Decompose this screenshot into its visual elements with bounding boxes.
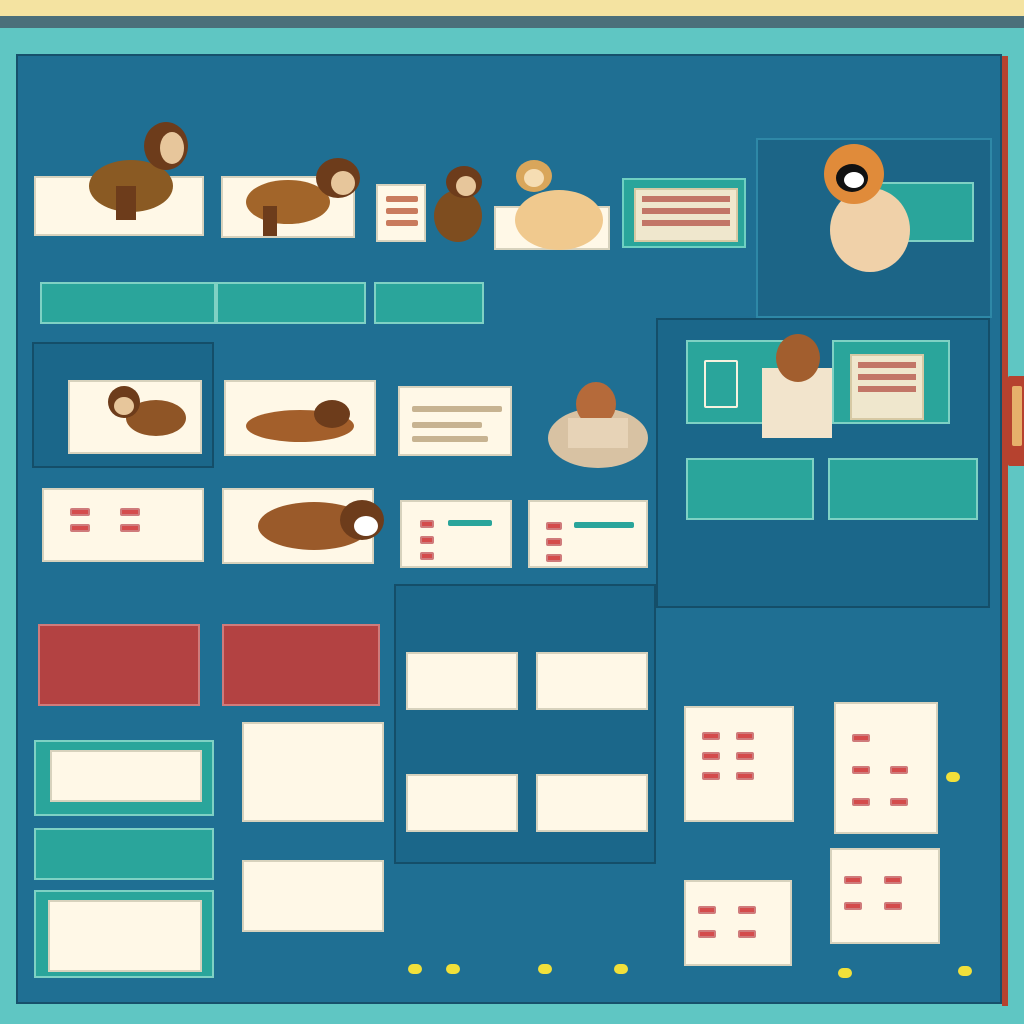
yellow-dot [446,964,460,974]
panel-right-mid [656,318,990,608]
red-icon-card-2[interactable] [684,706,794,822]
person-icon [752,328,842,448]
panel-mid-left [32,342,214,468]
dog-icon [76,116,196,226]
right-mid-teal-4[interactable] [828,458,978,520]
stack-teal-1[interactable] [34,740,214,816]
text-block-1[interactable] [242,722,384,822]
yellow-dot [838,968,852,978]
mini-red-card-2[interactable] [528,500,648,568]
top-shadow [0,16,1024,28]
teal-bar-3[interactable] [374,282,484,324]
right-mid-teal-3[interactable] [686,458,814,520]
red-block-1[interactable] [38,624,200,706]
red-icon-card-1[interactable] [42,488,204,562]
top-grid-card[interactable] [622,178,746,248]
dog-icon [242,482,392,566]
board-edge [1002,56,1008,1006]
mid-left-card[interactable] [68,380,202,454]
product-card-3[interactable] [406,774,518,832]
top-card-1[interactable] [34,122,204,236]
dog-icon [814,134,924,278]
grid-image [634,188,738,242]
product-card-1[interactable] [406,652,518,710]
yellow-dot [946,772,960,782]
dog-icon [96,372,196,452]
board [16,54,1024,1006]
right-feature-panel [756,138,992,318]
yellow-dot [614,964,628,974]
product-card-2[interactable] [536,652,648,710]
red-block-2[interactable] [222,624,380,706]
dog-icon [504,156,614,256]
top-card-2[interactable] [221,158,360,238]
stack-teal-3[interactable] [34,890,214,978]
dog-icon [428,160,488,246]
text-block-2[interactable] [242,860,384,932]
yellow-dot [958,966,972,976]
clip-icon [1008,376,1024,466]
mini-red-card-1[interactable] [400,500,512,568]
top-strip [0,0,1024,16]
mid-card-dog[interactable] [224,380,376,456]
red-icon-card-3[interactable] [834,702,938,834]
product-card-4[interactable] [536,774,648,832]
yellow-dot [538,964,552,974]
top-card-3[interactable] [494,160,610,250]
red-icon-card-5[interactable] [830,848,940,944]
dog-icon [236,390,366,450]
product-panel [394,584,656,864]
red-icon-card-4[interactable] [684,880,792,966]
header [38,80,978,116]
yellow-dot [408,964,422,974]
dog-icon [233,148,373,240]
right-mid-teal-2[interactable] [832,340,950,424]
top-small-list-card[interactable] [376,184,426,242]
mid-text-card[interactable] [398,386,512,456]
person-icon [538,374,658,474]
teal-bar-1[interactable] [40,282,216,324]
teal-bar-2[interactable] [216,282,366,324]
stack-teal-2[interactable] [34,828,214,880]
dog-card-lower[interactable] [222,488,384,564]
